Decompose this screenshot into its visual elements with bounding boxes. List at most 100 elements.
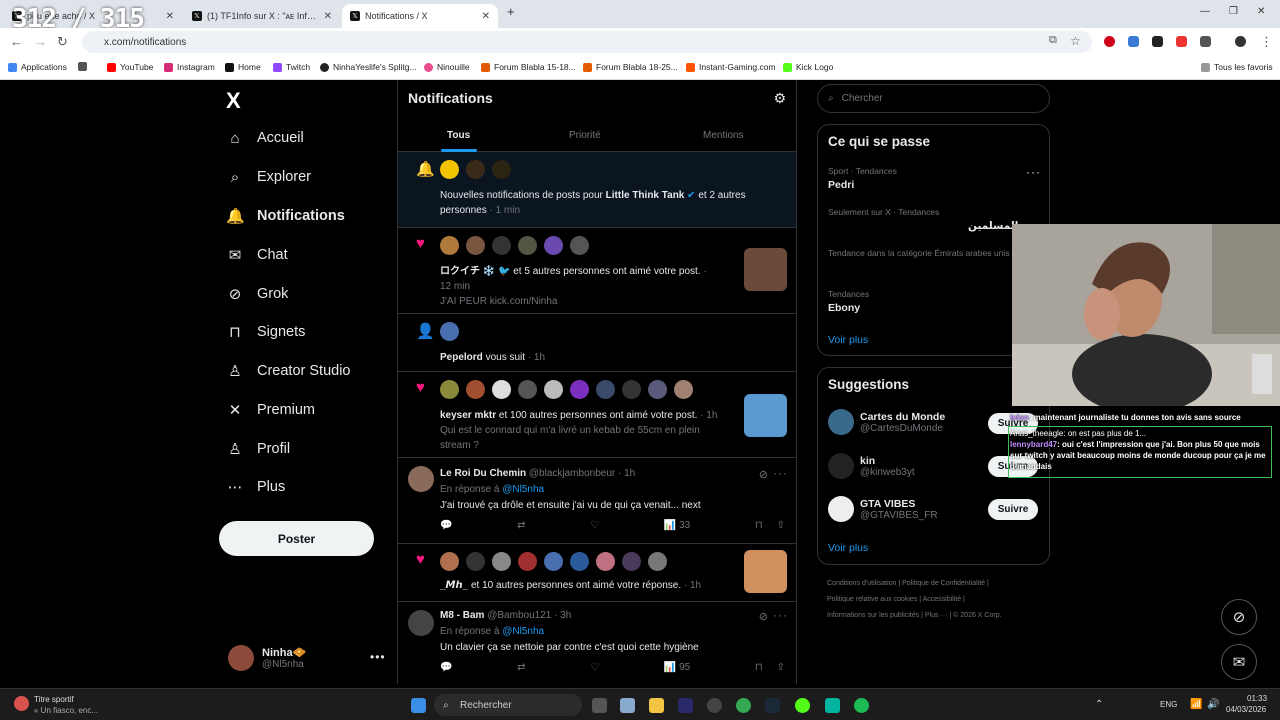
minimize-icon[interactable]: — — [1200, 6, 1210, 17]
retweet-icon[interactable]: ⇄ — [517, 520, 525, 531]
bookmark-item[interactable]: Forum Blabla 15-18... — [481, 62, 576, 72]
puzzle-icon[interactable] — [1200, 36, 1211, 47]
trend-value[interactable]: المسلمين — [968, 220, 1018, 232]
sidebar-item-notifications[interactable]: 🔔 Notifications — [226, 202, 345, 230]
sidebar-item-creator-studio[interactable]: ♙ Creator Studio — [226, 357, 350, 385]
browser-tab-active[interactable]: 𝕏 Notifications / X ✕ — [342, 4, 498, 28]
sidebar-item-grok[interactable]: ⊘ Grok — [226, 280, 289, 308]
bookmark-item[interactable]: Kick Logo — [783, 62, 833, 72]
close-tab-icon[interactable]: ✕ — [482, 11, 490, 22]
address-bar[interactable]: x.com/notifications — [82, 31, 1092, 53]
file-explorer-icon[interactable] — [649, 698, 664, 713]
kick-icon[interactable] — [795, 698, 810, 713]
forward-icon[interactable]: → — [34, 34, 47, 49]
wifi-icon[interactable]: 📶 — [1190, 699, 1202, 710]
tab-mentions[interactable]: Mentions — [703, 130, 744, 141]
trend-value[interactable]: Ebony — [828, 302, 860, 314]
opera-extension-icon[interactable] — [1104, 36, 1115, 47]
premiere-icon[interactable] — [678, 698, 693, 713]
sidebar-item-chat[interactable]: ✉ Chat — [226, 241, 288, 269]
bookmark-item[interactable] — [78, 62, 91, 71]
more-icon[interactable]: ··· — [773, 608, 788, 622]
bookmark-item[interactable]: Twitch — [273, 62, 310, 72]
like-icon[interactable]: ♡ — [590, 662, 599, 673]
bookmark-icon[interactable]: ⊓ ⇧ — [755, 662, 785, 673]
bookmark-item[interactable]: Instant-Gaming.com — [686, 62, 776, 72]
star-icon[interactable]: ☆ — [1070, 34, 1081, 48]
bookmark-item[interactable]: Instagram — [164, 62, 215, 72]
see-more-link[interactable]: Voir plus — [828, 334, 868, 346]
bookmark-item[interactable]: NinhaYeslife's Splitg... — [320, 62, 417, 72]
windows-start-icon[interactable] — [411, 698, 426, 713]
suggestion-item[interactable]: kin @kinweb3yt — [828, 453, 915, 479]
chrome-icon[interactable] — [736, 698, 751, 713]
new-tab-button[interactable]: + — [507, 4, 515, 19]
profile-avatar-icon[interactable] — [1235, 36, 1246, 47]
views-stat[interactable]: 📊 33 — [664, 520, 690, 531]
clock-date[interactable]: 04/03/2026 — [1226, 705, 1266, 714]
bookmark-item[interactable]: YouTube — [107, 62, 153, 72]
back-icon[interactable]: ← — [10, 34, 23, 49]
sidebar-item-accueil[interactable]: ⌂ Accueil — [226, 124, 303, 152]
grok-icon[interactable]: ⊘ — [759, 468, 768, 481]
volume-icon[interactable]: 🔊 — [1207, 699, 1219, 710]
close-tab-icon[interactable]: ✕ — [166, 11, 174, 22]
spotify-icon[interactable] — [854, 698, 869, 713]
notification-item[interactable]: ♥ _𝙈𝙝_ et 10 autres personnes ont aimé v… — [398, 544, 796, 602]
grok-fab-icon[interactable]: ⊘ — [1221, 599, 1257, 635]
see-more-link[interactable]: Voir plus — [828, 542, 868, 554]
gear-icon[interactable]: ⚙ — [773, 90, 786, 107]
trend-more-icon[interactable]: ··· — [1026, 165, 1041, 179]
bookmark-item[interactable]: Applications — [8, 62, 67, 72]
extension-icon[interactable] — [1152, 36, 1163, 47]
footer-links[interactable]: Conditions d'utilisation | Politique de … — [827, 580, 989, 587]
app-icon[interactable] — [620, 698, 635, 713]
news-widget-icon[interactable] — [14, 696, 29, 711]
sidebar-item-signets[interactable]: ⊓ Signets — [226, 318, 305, 346]
post-thumbnail[interactable] — [744, 248, 787, 291]
post-thumbnail[interactable] — [744, 550, 787, 593]
notification-item[interactable]: ♥ ロクイチ ❄️ 🐦 et 5 autres personnes ont ai… — [398, 228, 796, 314]
more-icon[interactable]: ··· — [773, 466, 788, 480]
footer-links[interactable]: Politique relative aux cookies | Accessi… — [827, 596, 965, 603]
task-view-icon[interactable] — [592, 698, 607, 713]
tray-chevron-icon[interactable]: ⌃ — [1095, 699, 1103, 710]
messages-fab-icon[interactable]: ✉ — [1221, 644, 1257, 680]
tab-all[interactable]: Tous — [447, 130, 470, 141]
avatar[interactable] — [408, 466, 434, 492]
news-title[interactable]: Titre sportif — [34, 695, 74, 704]
post-button[interactable]: Poster — [219, 521, 374, 556]
close-window-icon[interactable]: ✕ — [1257, 6, 1265, 17]
avatar[interactable] — [408, 610, 434, 636]
account-switcher[interactable]: Ninha🧇 @Nl5nha — [228, 645, 306, 671]
bookmark-item[interactable]: Home — [225, 62, 261, 72]
reply-icon[interactable]: 💬 — [440, 520, 452, 531]
suggestion-item[interactable]: GTA VIBES @GTAVIBES_FR — [828, 496, 938, 522]
reply-tweet[interactable]: M8 - Bam @Bambou121 · 3h ⊘ ··· En répons… — [398, 602, 796, 684]
bookmark-item[interactable]: Forum Blabla 18-25... — [583, 62, 678, 72]
close-tab-icon[interactable]: ✕ — [324, 11, 332, 22]
reply-icon[interactable]: 💬 — [440, 662, 452, 673]
sidebar-item-profil[interactable]: ♙ Profil — [226, 435, 290, 463]
notification-item[interactable]: 🔔 Nouvelles notifications de posts pour … — [398, 152, 796, 228]
app-icon[interactable] — [825, 698, 840, 713]
maximize-icon[interactable]: ❐ — [1229, 6, 1238, 17]
clock-time[interactable]: 01:33 — [1247, 694, 1267, 703]
x-logo-icon[interactable]: X — [226, 88, 241, 114]
taskbar-search[interactable]: ⌕ Rechercher — [434, 694, 582, 716]
all-bookmarks[interactable]: Tous les favoris — [1201, 62, 1273, 72]
language-indicator[interactable]: ENG — [1160, 700, 1177, 709]
reload-icon[interactable]: ↻ — [57, 34, 68, 50]
extension-icon[interactable] — [1176, 36, 1187, 47]
browser-tab[interactable]: 𝕏 (1) TF1Info sur X : "ᴀᴇ Influence... ✕ — [184, 4, 340, 28]
bookmark-item[interactable]: Ninouille — [424, 62, 470, 72]
extension-icon[interactable] — [1128, 36, 1139, 47]
like-icon[interactable]: ♡ — [590, 520, 599, 531]
views-stat[interactable]: 📊 95 — [664, 662, 690, 673]
install-app-icon[interactable]: ⧉ — [1049, 34, 1057, 47]
grok-icon[interactable]: ⊘ — [759, 610, 768, 623]
notification-item[interactable]: 👤 Pepelord vous suit · 1h — [398, 314, 796, 372]
reply-tweet[interactable]: Le Roi Du Chemin @blackjambonbeur · 1h ⊘… — [398, 458, 796, 544]
account-more-icon[interactable]: ••• — [370, 650, 386, 664]
app-icon[interactable] — [707, 698, 722, 713]
